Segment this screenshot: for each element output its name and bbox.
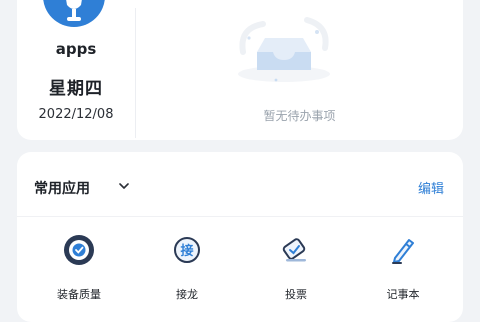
summary-card: apps 星期四 2022/12/08 暂无待办事项 xyxy=(17,0,463,140)
quality-seal-icon xyxy=(64,235,94,265)
app-tile-notepad[interactable]: 记事本 xyxy=(351,230,455,320)
app-avatar xyxy=(43,0,105,27)
apps-divider xyxy=(17,216,463,217)
weekday-label: 星期四 xyxy=(49,79,103,99)
relay-icon: 接 xyxy=(174,237,200,263)
svg-text:接: 接 xyxy=(180,243,193,259)
app-tile-relay[interactable]: 接 接龙 xyxy=(135,230,239,320)
empty-todo-text: 暂无待办事项 xyxy=(263,109,336,123)
edit-button[interactable]: 编辑 xyxy=(418,178,444,197)
app-tile-quality[interactable]: 装备质量 xyxy=(27,230,131,320)
trophy-icon xyxy=(66,0,82,21)
chevron-down-icon[interactable] xyxy=(118,180,130,192)
date-label: 2022/12/08 xyxy=(38,107,114,122)
notepad-pen-icon xyxy=(392,239,414,264)
empty-inbox-icon xyxy=(238,17,330,82)
profile-panel[interactable]: apps 星期四 2022/12/08 xyxy=(17,0,135,140)
app-tile-vote[interactable]: 投票 xyxy=(244,230,348,320)
common-apps-title[interactable]: 常用应用 xyxy=(34,178,90,198)
vote-icon xyxy=(282,238,306,262)
common-apps-card: 常用应用 编辑 装备质量 接 接龙 投票 记事本 xyxy=(17,152,463,322)
app-name: apps xyxy=(55,40,97,58)
